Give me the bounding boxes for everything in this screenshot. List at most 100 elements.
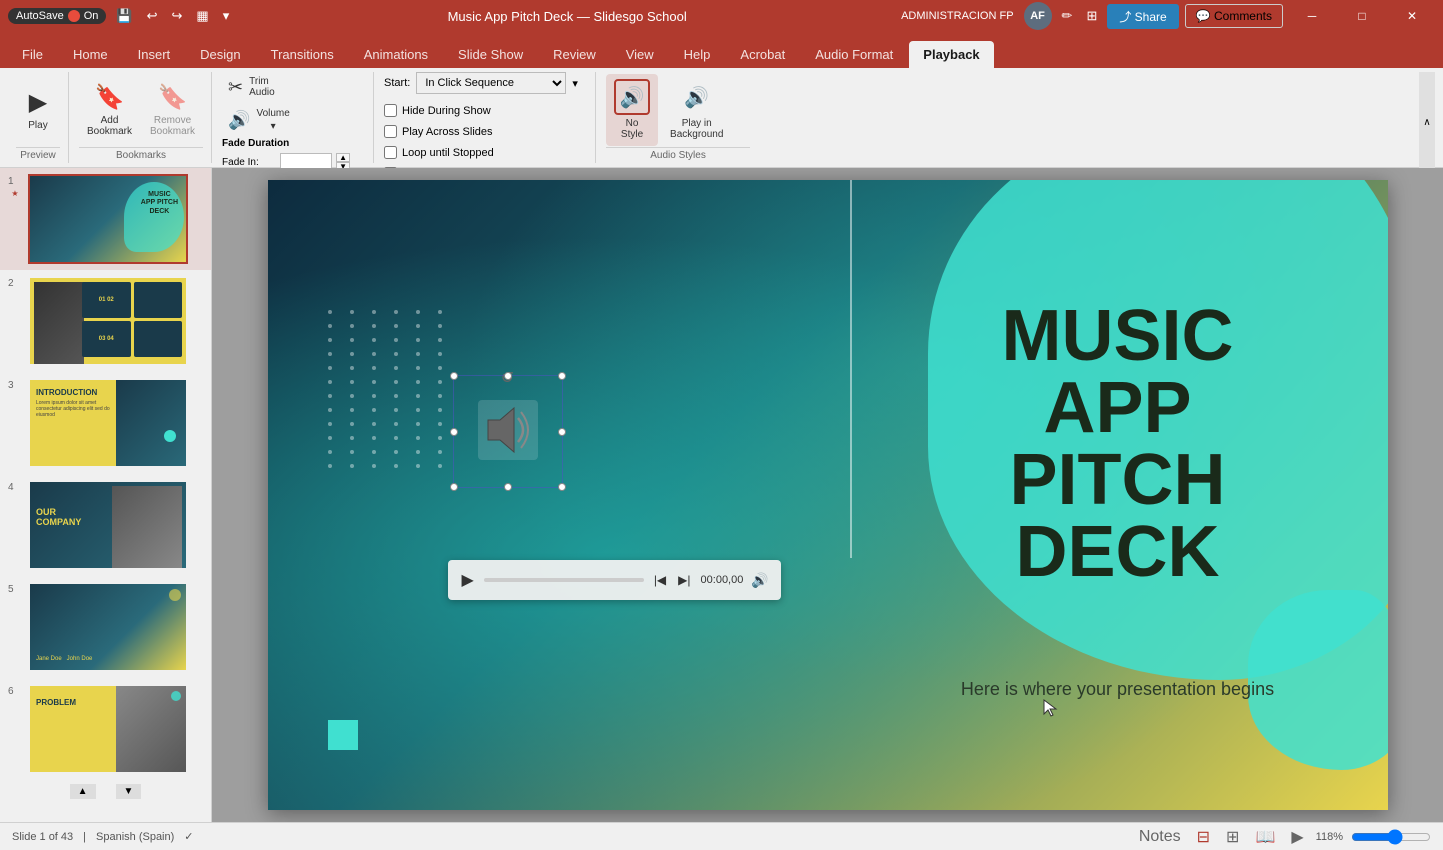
ribbon-tabs: File Home Insert Design Transitions Anim… (0, 32, 1443, 68)
ribbon-group-audio-options: Start: In Click Sequence Automatically W… (376, 72, 596, 163)
audio-icon-container[interactable]: ↺ (478, 400, 538, 463)
presenter-button[interactable]: ▦ (192, 6, 212, 26)
tab-help[interactable]: Help (670, 41, 725, 68)
handle-tm[interactable] (504, 372, 512, 380)
thumb6-problem: PROBLEM (36, 698, 76, 707)
volume-button[interactable]: 🔊 Volume ▾ (222, 104, 296, 136)
tab-home[interactable]: Home (59, 41, 122, 68)
hide-during-show-checkbox[interactable]: Hide During Show (384, 102, 491, 119)
slide-item-5[interactable]: 5 Jane Doe John Doe (0, 576, 211, 678)
loop-until-stopped-input[interactable] (384, 146, 397, 159)
slide-star-1: ★ (11, 189, 18, 198)
fade-in-up[interactable]: ▲ (336, 153, 350, 162)
player-back-button[interactable]: |◀ (652, 571, 668, 589)
comments-button[interactable]: 💬 Comments (1185, 4, 1283, 28)
remove-bookmark-button[interactable]: 🔖 Remove Bookmark (142, 74, 203, 146)
tab-design[interactable]: Design (186, 41, 254, 68)
tab-acrobat[interactable]: Acrobat (726, 41, 799, 68)
title-bar-right: ADMINISTRACION FP AF ✏ ⊞ ⤴ Share 💬 Comme… (901, 0, 1435, 32)
reading-view-button[interactable]: 📖 (1251, 825, 1279, 849)
handle-bm[interactable] (504, 483, 512, 491)
play-across-slides-input[interactable] (384, 125, 397, 138)
tab-playback[interactable]: Playback (909, 41, 993, 68)
slide-number-4: 4 (8, 480, 22, 493)
play-across-slides-checkbox[interactable]: Play Across Slides (384, 123, 492, 140)
trim-audio-button[interactable]: ✂ Trim Audio (222, 72, 281, 102)
slide-thumb-5[interactable]: Jane Doe John Doe (28, 582, 188, 672)
handle-br[interactable] (558, 483, 566, 491)
tab-transitions[interactable]: Transitions (257, 41, 348, 68)
slide-thumb-1[interactable]: MUSICAPP PITCHDECK (28, 174, 188, 264)
player-volume-button[interactable]: 🔊 (751, 572, 768, 589)
slide-item-4[interactable]: 4 OURCOMPANY (0, 474, 211, 576)
tab-audio-format[interactable]: Audio Format (801, 41, 907, 68)
notes-button[interactable]: Notes (1135, 826, 1185, 848)
hide-during-show-label: Hide During Show (402, 105, 491, 117)
tab-insert[interactable]: Insert (124, 41, 185, 68)
undo-button[interactable]: ↩ (143, 6, 162, 26)
audio-player: ▶ |◀ ▶| 00:00,00 🔊 (448, 560, 781, 600)
loop-until-stopped-checkbox[interactable]: Loop until Stopped (384, 144, 494, 161)
normal-view-button[interactable]: ⊟ (1193, 825, 1214, 849)
status-left: Slide 1 of 43 | Spanish (Spain) ✓ (12, 830, 194, 843)
handle-tl[interactable] (450, 372, 458, 380)
handle-bl[interactable] (450, 483, 458, 491)
add-bookmark-button[interactable]: 🔖 Add Bookmark (79, 74, 140, 146)
tab-slideshow[interactable]: Slide Show (444, 41, 537, 68)
thumb3-img (116, 380, 186, 468)
handle-ml[interactable] (450, 428, 458, 436)
audio-styles-content: 🔊 No Style 🔊 Play in Background (606, 72, 750, 147)
slide-panel: 1 ★ MUSICAPP PITCHDECK 2 01 02 03 04 (0, 168, 212, 822)
slide-title: MUSICAPP PITCHDECK (928, 300, 1308, 588)
autosave-badge[interactable]: AutoSave On (8, 8, 106, 24)
minimize-button[interactable]: ─ (1289, 0, 1335, 32)
preview-group-content: ▶ Play (16, 72, 60, 147)
start-select[interactable]: In Click Sequence Automatically When Cli… (416, 72, 566, 94)
no-style-button[interactable]: 🔊 No Style (606, 74, 658, 146)
handle-mr[interactable] (558, 428, 566, 436)
play-button[interactable]: ▶ Play (16, 74, 60, 146)
qat-dropdown-button[interactable]: ▾ (219, 6, 234, 26)
save-button[interactable]: 💾 (112, 6, 136, 26)
slide-thumb-3[interactable]: INTRODUCTION Lorem ipsum dolor sit amet … (28, 378, 188, 468)
tab-file[interactable]: File (8, 41, 57, 68)
slide-item-3[interactable]: 3 INTRODUCTION Lorem ipsum dolor sit ame… (0, 372, 211, 474)
slide-info: Slide 1 of 43 (12, 831, 73, 843)
slide-thumb-6[interactable]: PROBLEM (28, 684, 188, 774)
pen-button[interactable]: ✏ (1058, 6, 1077, 26)
slide-thumb-2[interactable]: 01 02 03 04 (28, 276, 188, 366)
play-in-background-button[interactable]: 🔊 Play in Background (662, 74, 731, 146)
ribbon-collapse-button[interactable]: ∧ (1419, 72, 1435, 172)
zoom-slider[interactable] (1351, 829, 1431, 845)
player-timeline[interactable] (484, 578, 644, 582)
display-button[interactable]: ⊞ (1082, 6, 1101, 26)
autosave-state: On (84, 10, 99, 22)
tab-animations[interactable]: Animations (350, 41, 442, 68)
slide-thumb-4[interactable]: OURCOMPANY (28, 480, 188, 570)
user-avatar[interactable]: AF (1024, 2, 1052, 30)
volume-icon: 🔊 (228, 110, 250, 131)
player-play-button[interactable]: ▶ (460, 568, 476, 592)
close-button[interactable]: ✕ (1389, 0, 1435, 32)
slide-item-6[interactable]: 6 PROBLEM (0, 678, 211, 780)
slide-item-1[interactable]: 1 ★ MUSICAPP PITCHDECK (0, 168, 211, 270)
player-forward-button[interactable]: ▶| (676, 571, 692, 589)
autosave-label: AutoSave (16, 10, 64, 22)
handle-tr[interactable] (558, 372, 566, 380)
tab-review[interactable]: Review (539, 41, 610, 68)
slide-thumb-inner-1: MUSICAPP PITCHDECK (30, 176, 186, 262)
tab-view[interactable]: View (612, 41, 668, 68)
slide-sorter-button[interactable]: ⊞ (1222, 825, 1243, 849)
hide-during-show-input[interactable] (384, 104, 397, 117)
volume-label: Volume ▾ (256, 108, 289, 132)
slide-item-2[interactable]: 2 01 02 03 04 (0, 270, 211, 372)
zoom-level: 118% (1316, 831, 1343, 843)
share-button[interactable]: ⤴ Share (1107, 4, 1178, 29)
maximize-button[interactable]: □ (1339, 0, 1385, 32)
redo-button[interactable]: ↪ (167, 6, 186, 26)
slide-thumb-inner-3: INTRODUCTION Lorem ipsum dolor sit amet … (30, 380, 186, 466)
slide-scroll-down[interactable]: ▼ (116, 784, 142, 799)
title-bar-left: AutoSave On 💾 ↩ ↪ ▦ ▾ (8, 6, 233, 26)
slideshow-button[interactable]: ▶ (1287, 825, 1307, 849)
slide-scroll-up[interactable]: ▲ (70, 784, 96, 799)
